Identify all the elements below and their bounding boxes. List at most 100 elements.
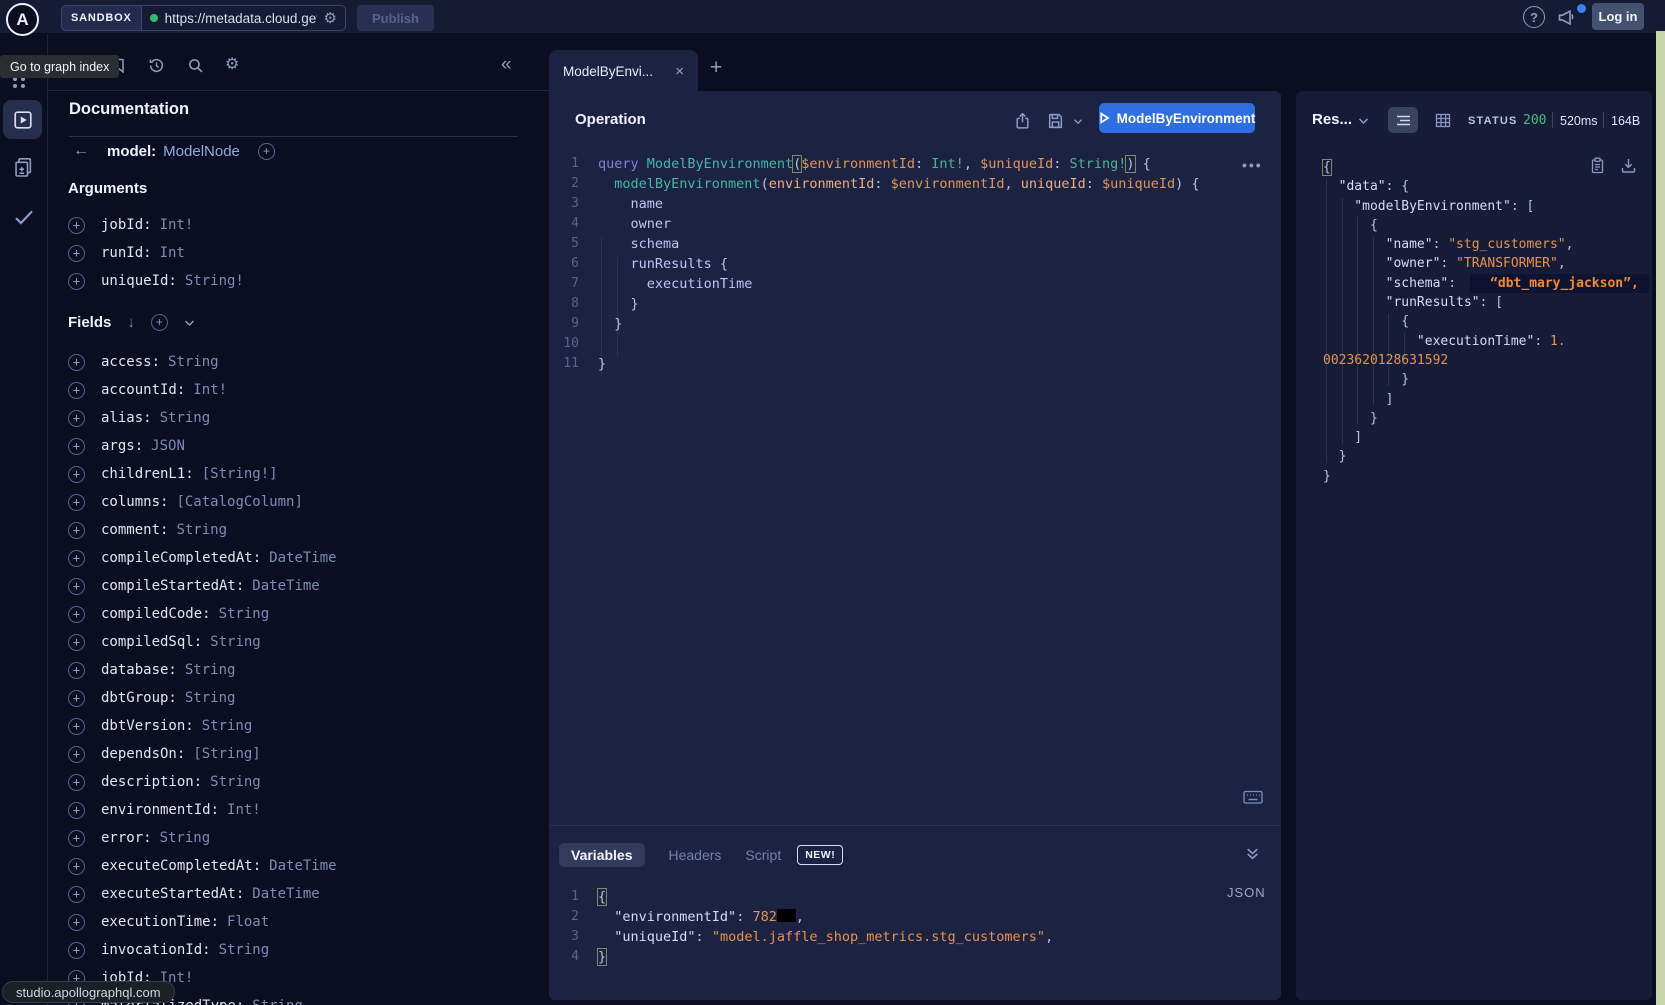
endpoint-settings-gear-icon[interactable]: ⚙ <box>324 11 337 26</box>
back-arrow-icon[interactable]: ← <box>73 142 89 160</box>
publish-button[interactable]: Publish <box>357 5 434 31</box>
field-type-link[interactable]: DateTime <box>269 550 336 566</box>
add-field-to-query-button[interactable] <box>68 466 85 483</box>
field-name[interactable]: invocationId: <box>101 942 211 958</box>
field-type-link[interactable]: Int! <box>160 217 194 233</box>
field-name[interactable]: compileCompletedAt: <box>101 550 261 566</box>
doc-field-row[interactable]: columns: [CatalogColumn] <box>68 488 337 516</box>
field-name[interactable]: compiledCode: <box>101 606 211 622</box>
doc-field-row[interactable]: childrenL1: [String!] <box>68 460 337 488</box>
sort-fields-icon[interactable]: ↓ <box>127 314 135 331</box>
add-field-to-query-button[interactable] <box>68 858 85 875</box>
run-operation-button[interactable]: ModelByEnvironment <box>1099 103 1255 133</box>
doc-settings-gear-icon[interactable]: ⚙ <box>225 54 239 74</box>
response-json-view[interactable]: { "data": { "modelByEnvironment": [ { "n… <box>1323 158 1643 486</box>
add-model-button[interactable] <box>258 143 275 160</box>
field-type-link[interactable]: Int <box>160 245 185 261</box>
field-type-link[interactable]: String <box>210 774 261 790</box>
field-name[interactable]: comment: <box>101 522 168 538</box>
add-field-to-query-button[interactable] <box>68 746 85 763</box>
operation-editor[interactable]: 1query ModelByEnvironment($environmentId… <box>549 154 1281 374</box>
save-icon[interactable] <box>1047 112 1064 130</box>
field-name[interactable]: dependsOn: <box>101 746 185 762</box>
chevron-down-icon[interactable] <box>184 319 195 327</box>
tab-script[interactable]: Script <box>745 847 781 863</box>
field-type-link[interactable]: String <box>168 354 219 370</box>
field-name[interactable]: args: <box>101 438 143 454</box>
share-icon[interactable] <box>1014 112 1031 130</box>
field-name[interactable]: childrenL1: <box>101 466 194 482</box>
doc-field-row[interactable]: alias: String <box>68 404 337 432</box>
help-icon[interactable]: ? <box>1523 6 1545 28</box>
endpoint-url-text[interactable]: https://metadata.cloud.get <box>165 11 317 26</box>
add-field-to-query-button[interactable] <box>68 410 85 427</box>
add-field-to-query-button[interactable] <box>68 886 85 903</box>
doc-field-row[interactable]: environmentId:Int! <box>68 796 337 824</box>
field-type-link[interactable]: [String] <box>193 746 260 762</box>
new-tab-button[interactable]: + <box>710 56 722 80</box>
add-field-to-query-button[interactable] <box>68 830 85 847</box>
history-icon[interactable] <box>148 57 165 74</box>
doc-field-row[interactable]: runId: Int <box>68 239 244 267</box>
doc-field-row[interactable]: compiledCode: String <box>68 600 337 628</box>
field-type-link[interactable]: String <box>202 718 253 734</box>
add-field-to-query-button[interactable] <box>68 217 85 234</box>
doc-field-row[interactable]: executionTime:Float <box>68 908 337 936</box>
add-field-to-query-button[interactable] <box>68 273 85 290</box>
field-type-link[interactable]: String <box>219 942 270 958</box>
field-name[interactable]: error: <box>101 830 152 846</box>
field-name[interactable]: executionTime: <box>101 914 219 930</box>
doc-field-row[interactable]: executeCompletedAt:DateTime <box>68 852 337 880</box>
add-field-to-query-button[interactable] <box>68 245 85 262</box>
nav-checks-button[interactable] <box>13 208 35 227</box>
field-type-link[interactable]: [CatalogColumn] <box>176 494 302 510</box>
doc-field-row[interactable]: jobId: Int! <box>68 211 244 239</box>
field-name[interactable]: runId: <box>101 245 152 261</box>
field-name[interactable]: dbtVersion: <box>101 718 194 734</box>
save-dropdown-chevron-icon[interactable] <box>1073 118 1083 125</box>
field-name[interactable]: accountId: <box>101 382 185 398</box>
doc-field-row[interactable]: compileCompletedAt: DateTime <box>68 544 337 572</box>
field-name[interactable]: alias: <box>101 410 152 426</box>
doc-field-row[interactable]: executeStartedAt: DateTime <box>68 880 337 908</box>
field-name[interactable]: compiledSql: <box>101 634 202 650</box>
nav-explorer-button[interactable] <box>3 100 42 139</box>
doc-field-row[interactable]: comment:String <box>68 516 337 544</box>
doc-field-row[interactable]: dependsOn: [String] <box>68 740 337 768</box>
field-name[interactable]: executeCompletedAt: <box>101 858 261 874</box>
field-name[interactable]: columns: <box>101 494 168 510</box>
tab-headers[interactable]: Headers <box>669 847 722 863</box>
doc-field-row[interactable]: dbtVersion: String <box>68 712 337 740</box>
field-type-link[interactable]: String <box>210 634 261 650</box>
field-type-link[interactable]: Int! <box>193 382 227 398</box>
field-type-link[interactable]: String! <box>185 273 244 289</box>
add-field-to-query-button[interactable] <box>68 942 85 959</box>
view-as-table-button[interactable] <box>1428 107 1458 133</box>
keyboard-shortcuts-icon[interactable] <box>1243 790 1263 805</box>
field-type-link[interactable]: String <box>160 410 211 426</box>
breadcrumb-type-link[interactable]: ModelNode <box>163 143 240 160</box>
nav-schema-button[interactable] <box>12 156 35 180</box>
add-field-to-query-button[interactable] <box>68 522 85 539</box>
field-type-link[interactable]: [String!] <box>202 466 278 482</box>
add-field-to-query-button[interactable] <box>68 774 85 791</box>
add-all-fields-button[interactable] <box>151 314 168 331</box>
doc-field-row[interactable]: invocationId: String <box>68 936 337 964</box>
field-name[interactable]: description: <box>101 774 202 790</box>
field-type-link[interactable]: String <box>185 662 236 678</box>
field-name[interactable]: executeStartedAt: <box>101 886 244 902</box>
field-name[interactable]: database: <box>101 662 177 678</box>
field-type-link[interactable]: String <box>219 606 270 622</box>
field-name[interactable]: dbtGroup: <box>101 690 177 706</box>
field-name[interactable]: jobId: <box>101 217 152 233</box>
field-name[interactable]: environmentId: <box>101 802 219 818</box>
doc-field-row[interactable]: compileStartedAt:DateTime <box>68 572 337 600</box>
add-field-to-query-button[interactable] <box>68 550 85 567</box>
field-type-link[interactable]: DateTime <box>252 886 319 902</box>
field-type-link[interactable]: DateTime <box>252 578 319 594</box>
close-tab-icon[interactable]: × <box>675 63 684 80</box>
endpoint-url-field[interactable]: https://metadata.cloud.get ⚙ <box>142 6 345 30</box>
collapse-panel-icon[interactable] <box>1245 847 1260 861</box>
add-field-to-query-button[interactable] <box>68 718 85 735</box>
field-type-link[interactable]: String <box>252 998 303 1005</box>
